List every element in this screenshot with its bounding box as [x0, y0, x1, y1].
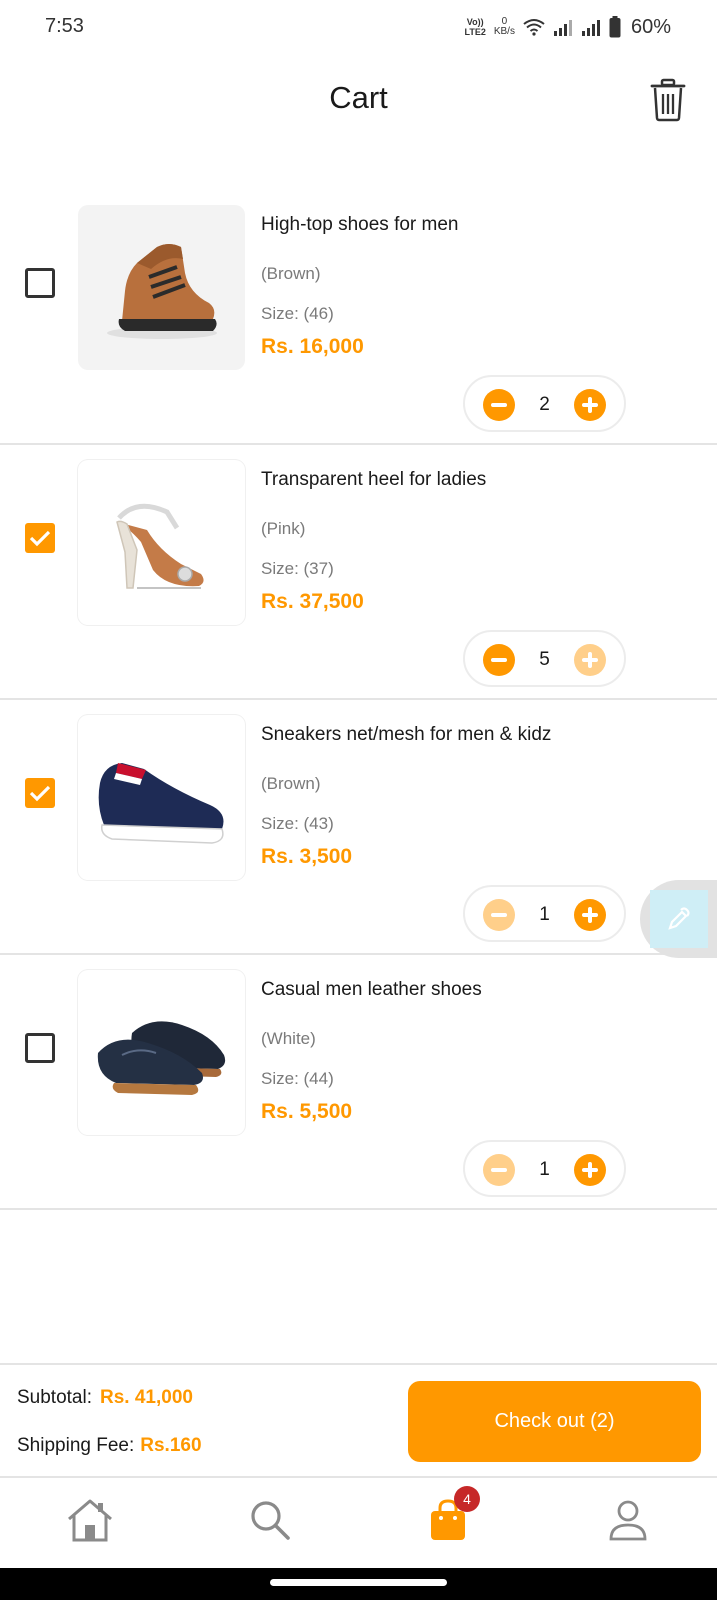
item-checkbox[interactable]	[25, 268, 55, 298]
quantity-stepper: 1	[463, 885, 626, 942]
product-image[interactable]	[78, 970, 245, 1135]
order-summary: Subtotal: Rs. 41,000 Shipping Fee: Rs.160 …	[0, 1363, 717, 1478]
eyedropper-icon	[668, 907, 690, 930]
checkmark-icon	[29, 785, 51, 802]
subtotal-row: Subtotal: Rs. 41,000	[17, 1387, 193, 1409]
subtotal-value: Rs. 41,000	[100, 1387, 193, 1408]
signal-icon	[553, 20, 572, 36]
increase-quantity-button[interactable]	[574, 899, 606, 931]
product-size: Size: (46)	[261, 304, 334, 323]
product-price: Rs. 16,000	[261, 335, 364, 358]
data-speed: 0 KB/s	[493, 16, 515, 37]
product-name[interactable]: Transparent heel for ladies	[261, 469, 486, 491]
trash-icon	[650, 78, 686, 122]
nav-home[interactable]	[60, 1480, 120, 1560]
signal-icon-2	[581, 20, 600, 36]
product-name[interactable]: Sneakers net/mesh for men & kidz	[261, 724, 551, 746]
item-checkbox[interactable]	[25, 1033, 55, 1063]
item-checkbox[interactable]	[25, 523, 55, 553]
home-icon	[68, 1499, 112, 1542]
battery-icon	[609, 16, 621, 38]
increase-quantity-button[interactable]	[574, 644, 606, 676]
heel-image	[115, 503, 204, 589]
cart-list: High-top shoes for men (Brown) Size: (46…	[0, 190, 717, 1210]
user-icon	[609, 1500, 647, 1541]
shipping-value: Rs.160	[140, 1435, 202, 1456]
color-picker-button[interactable]	[650, 890, 708, 948]
nav-search[interactable]	[240, 1480, 300, 1560]
floating-tool	[640, 880, 717, 958]
product-color: (Brown)	[261, 264, 321, 283]
product-size: Size: (43)	[261, 814, 334, 833]
network-type: Vo)) LTE2	[464, 17, 486, 37]
search-icon	[251, 1501, 290, 1540]
status-bar: 7:53 Vo)) LTE2 0 KB/s 60%	[0, 0, 717, 56]
product-image[interactable]	[78, 205, 245, 370]
shipping-row: Shipping Fee: Rs.160	[17, 1435, 202, 1457]
wifi-icon	[523, 19, 545, 36]
home-gesture-handle[interactable]	[270, 1579, 447, 1586]
checkout-button[interactable]: Check out (2)	[408, 1381, 701, 1462]
loafer-image	[97, 1020, 225, 1095]
page-title: Cart	[329, 80, 388, 115]
sneaker-image	[98, 762, 224, 844]
nav-profile[interactable]	[598, 1480, 658, 1560]
quantity-stepper: 2	[463, 375, 626, 432]
product-color: (Brown)	[261, 774, 321, 793]
shipping-label: Shipping Fee:	[17, 1435, 135, 1456]
delete-button[interactable]	[649, 78, 687, 122]
product-image[interactable]	[78, 715, 245, 880]
product-size: Size: (37)	[261, 559, 334, 578]
cart-item: Sneakers net/mesh for men & kidz (Brown)…	[0, 700, 717, 955]
increase-quantity-button[interactable]	[574, 389, 606, 421]
product-name[interactable]: Casual men leather shoes	[261, 979, 482, 1001]
quantity-stepper: 1	[463, 1140, 626, 1197]
battery-percent: 60%	[630, 15, 671, 38]
status-time: 7:53	[45, 15, 84, 37]
product-color: (White)	[261, 1029, 316, 1048]
product-price: Rs. 3,500	[261, 845, 353, 868]
quantity-stepper: 5	[463, 630, 626, 687]
boot-image	[106, 243, 217, 339]
checkmark-icon	[29, 530, 51, 547]
cart-item: Casual men leather shoes (White) Size: (…	[0, 955, 717, 1210]
product-price: Rs. 5,500	[261, 1100, 353, 1123]
status-icons: Vo)) LTE2 0 KB/s 60%	[464, 12, 671, 42]
product-name[interactable]: High-top shoes for men	[261, 214, 459, 236]
cart-badge: 4	[454, 1486, 480, 1512]
cart-item: Transparent heel for ladies (Pink) Size:…	[0, 445, 717, 700]
increase-quantity-button[interactable]	[574, 1154, 606, 1186]
item-checkbox[interactable]	[25, 778, 55, 808]
nav-cart[interactable]: 4	[418, 1480, 480, 1560]
subtotal-label: Subtotal:	[17, 1387, 92, 1408]
gesture-bar	[0, 1568, 717, 1600]
product-price: Rs. 37,500	[261, 590, 364, 613]
product-image[interactable]	[78, 460, 245, 625]
product-size: Size: (44)	[261, 1069, 334, 1088]
header: Cart	[0, 60, 717, 138]
cart-item: High-top shoes for men (Brown) Size: (46…	[0, 190, 717, 445]
product-color: (Pink)	[261, 519, 306, 538]
